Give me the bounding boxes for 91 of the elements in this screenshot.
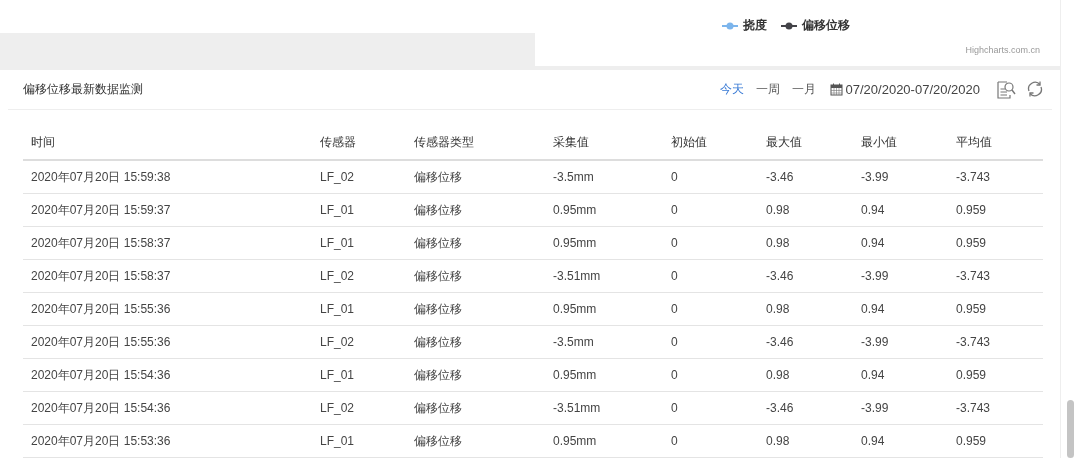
table-cell: 0.95mm xyxy=(545,193,663,227)
table-cell: 2020年07月20日 15:59:37 xyxy=(23,193,312,227)
table-cell: 0.959 xyxy=(948,193,1043,227)
table-cell: LF_01 xyxy=(312,424,406,458)
table-cell: 0.95mm xyxy=(545,292,663,326)
table-cell: 0.94 xyxy=(853,193,948,227)
table-cell: 0 xyxy=(663,193,758,227)
refresh-icon[interactable] xyxy=(1026,79,1044,98)
table-cell: 0 xyxy=(663,325,758,359)
table-cell: -3.99 xyxy=(853,391,948,425)
column-header: 传感器 xyxy=(312,126,406,160)
table-cell: 0.94 xyxy=(853,292,948,326)
table-cell: 2020年07月20日 15:54:36 xyxy=(23,391,312,425)
column-header: 时间 xyxy=(23,126,312,160)
table-cell: 偏移位移 xyxy=(406,325,545,359)
table-cell: -3.46 xyxy=(758,391,853,425)
column-header: 最大值 xyxy=(758,126,853,160)
table-cell: LF_02 xyxy=(312,160,406,194)
table-cell: 0.959 xyxy=(948,424,1043,458)
table-cell: -3.51mm xyxy=(545,259,663,293)
table-cell: 0 xyxy=(663,424,758,458)
table-cell: -3.743 xyxy=(948,391,1043,425)
table-cell: 偏移位移 xyxy=(406,259,545,293)
table-cell: LF_01 xyxy=(312,226,406,260)
legend-item[interactable]: 挠度 xyxy=(722,17,767,34)
calendar-icon[interactable] xyxy=(829,83,843,96)
table-cell: 0.95mm xyxy=(545,226,663,260)
table-cell: 0.95mm xyxy=(545,424,663,458)
table-cell: 偏移位移 xyxy=(406,424,545,458)
table-cell: 0 xyxy=(663,358,758,392)
table-cell: -3.5mm xyxy=(545,325,663,359)
range-tab[interactable]: 今天 xyxy=(719,81,744,98)
column-header: 平均值 xyxy=(948,126,1043,160)
table-cell: 0.959 xyxy=(948,358,1043,392)
column-header: 初始值 xyxy=(663,126,758,160)
table-cell: 0 xyxy=(663,292,758,326)
scrollbar-thumb[interactable] xyxy=(1067,400,1074,458)
table-cell: 2020年07月20日 15:55:36 xyxy=(23,325,312,359)
table-cell: LF_02 xyxy=(312,391,406,425)
table-cell: -3.743 xyxy=(948,259,1043,293)
table-cell: -3.46 xyxy=(758,259,853,293)
date-range[interactable]: 07/20/2020-07/20/2020 xyxy=(845,82,980,97)
table-cell: 0.98 xyxy=(758,424,853,458)
table-cell: -3.51mm xyxy=(545,391,663,425)
table-cell: 2020年07月20日 15:54:36 xyxy=(23,358,312,392)
table-cell: 2020年07月20日 15:55:36 xyxy=(23,292,312,326)
legend-item[interactable]: 偏移位移 xyxy=(781,17,850,34)
table-cell: 0 xyxy=(663,160,758,194)
table-cell: LF_01 xyxy=(312,292,406,326)
table-cell: 偏移位移 xyxy=(406,226,545,260)
report-search-icon[interactable] xyxy=(996,79,1016,100)
table-cell: 偏移位移 xyxy=(406,292,545,326)
table-cell: 0.98 xyxy=(758,292,853,326)
table-cell: LF_02 xyxy=(312,325,406,359)
panel-title: 偏移位移最新数据监测 xyxy=(23,81,144,98)
table-cell: 0.95mm xyxy=(545,358,663,392)
table-cell: 0.98 xyxy=(758,358,853,392)
table-cell: 0 xyxy=(663,259,758,293)
range-tab[interactable]: 一周 xyxy=(755,81,780,98)
table-cell: -3.46 xyxy=(758,160,853,194)
table-cell: 0.98 xyxy=(758,226,853,260)
table-cell: -3.99 xyxy=(853,325,948,359)
table-cell: 0.94 xyxy=(853,358,948,392)
table-cell: 2020年07月20日 15:59:38 xyxy=(23,160,312,194)
table-cell: 偏移位移 xyxy=(406,391,545,425)
table-cell: 2020年07月20日 15:53:36 xyxy=(23,424,312,458)
table-cell: 0.94 xyxy=(853,424,948,458)
table-cell: 0.94 xyxy=(853,226,948,260)
table-cell: -3.743 xyxy=(948,160,1043,194)
table-cell: 偏移位移 xyxy=(406,160,545,194)
table-cell: LF_01 xyxy=(312,358,406,392)
column-header: 传感器类型 xyxy=(406,126,545,160)
table-cell: 2020年07月20日 15:58:37 xyxy=(23,259,312,293)
column-header: 采集值 xyxy=(545,126,663,160)
table-cell: 0.98 xyxy=(758,193,853,227)
table-cell: LF_01 xyxy=(312,193,406,227)
table-cell: 偏移位移 xyxy=(406,193,545,227)
table-cell: -3.99 xyxy=(853,160,948,194)
table-cell: LF_02 xyxy=(312,259,406,293)
table-cell: 0.959 xyxy=(948,292,1043,326)
table-cell: 0 xyxy=(663,391,758,425)
table-cell: 0 xyxy=(663,226,758,260)
table-cell: 0.959 xyxy=(948,226,1043,260)
table-cell: -3.743 xyxy=(948,325,1043,359)
column-header: 最小值 xyxy=(853,126,948,160)
table-cell: 偏移位移 xyxy=(406,358,545,392)
table-cell: -3.5mm xyxy=(545,160,663,194)
range-tab[interactable]: 一月 xyxy=(791,81,816,98)
table-cell: 2020年07月20日 15:58:37 xyxy=(23,226,312,260)
table-cell: -3.46 xyxy=(758,325,853,359)
table-cell: -3.99 xyxy=(853,259,948,293)
